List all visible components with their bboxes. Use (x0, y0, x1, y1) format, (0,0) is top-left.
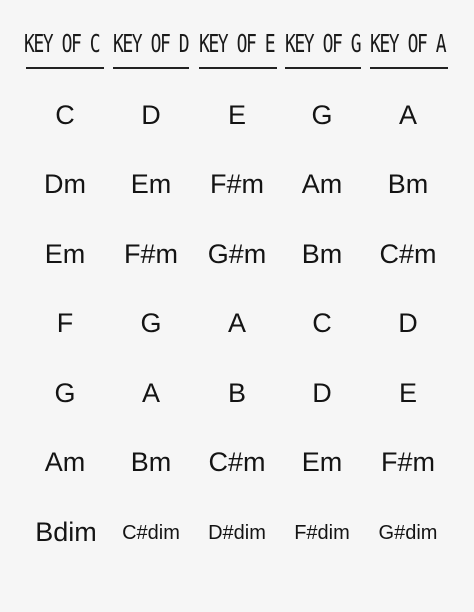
chord-r3-c5: C#m (379, 239, 437, 269)
header-underline (113, 67, 189, 69)
chord-r3-c4: Bm (301, 239, 343, 269)
chord-r6-c4: Em (301, 447, 343, 477)
chord-r1-c1: C (55, 100, 75, 130)
chord-chart-page: KEY OF C KEY OF D KEY OF E KEY OF G KEY … (0, 0, 474, 612)
chord-r4-c4: C (312, 308, 332, 338)
chord-r7-c3: D#dim (208, 522, 266, 544)
chord-r2-c5: Bm (387, 169, 429, 199)
header-underline (370, 67, 448, 69)
chord-r7-c5: G#dim (378, 522, 438, 544)
chord-r5-c4: D (312, 378, 332, 408)
chord-r3-c2: F#m (124, 239, 178, 269)
chord-r4-c3: A (227, 308, 247, 338)
chord-r6-c3: C#m (208, 447, 266, 477)
chord-r1-c2: D (141, 100, 161, 130)
chord-r7-c1: Bdim (35, 517, 97, 547)
chord-r2-c3: F#m (210, 169, 264, 199)
key-headers: KEY OF C KEY OF D KEY OF E KEY OF G KEY … (24, 22, 454, 72)
chord-r4-c5: D (398, 308, 418, 338)
chord-r5-c5: E (398, 378, 418, 408)
header-key-of-d: KEY OF D (113, 29, 190, 58)
chord-r7-c4: F#dim (294, 522, 350, 544)
chord-r4-c1: F (56, 308, 74, 338)
chord-r6-c5: F#m (381, 447, 435, 477)
chord-r7-c2: C#dim (122, 522, 180, 544)
chord-r3-c1: Em (44, 239, 86, 269)
chord-r6-c1: Am (44, 447, 86, 477)
chord-r4-c2: G (140, 308, 162, 338)
chord-r3-c3: G#m (207, 239, 267, 269)
header-underline (26, 67, 104, 69)
chord-r2-c1: Dm (44, 169, 86, 199)
chord-r1-c3: E (227, 100, 247, 130)
header-key-of-e: KEY OF E (199, 29, 276, 58)
chord-r6-c2: Bm (130, 447, 172, 477)
header-underline (199, 67, 277, 69)
header-underline (285, 67, 361, 69)
chord-r2-c2: Em (130, 169, 172, 199)
chord-r1-c5: A (398, 100, 418, 130)
chord-r1-c4: G (311, 100, 333, 130)
chord-r2-c4: Am (301, 169, 343, 199)
chord-r5-c3: B (227, 378, 247, 408)
header-key-of-g: KEY OF G (285, 29, 362, 58)
chord-r5-c2: A (141, 378, 161, 408)
header-key-of-a: KEY OF A (370, 29, 447, 58)
header-key-of-c: KEY OF C (24, 29, 101, 58)
chord-r5-c1: G (54, 378, 76, 408)
